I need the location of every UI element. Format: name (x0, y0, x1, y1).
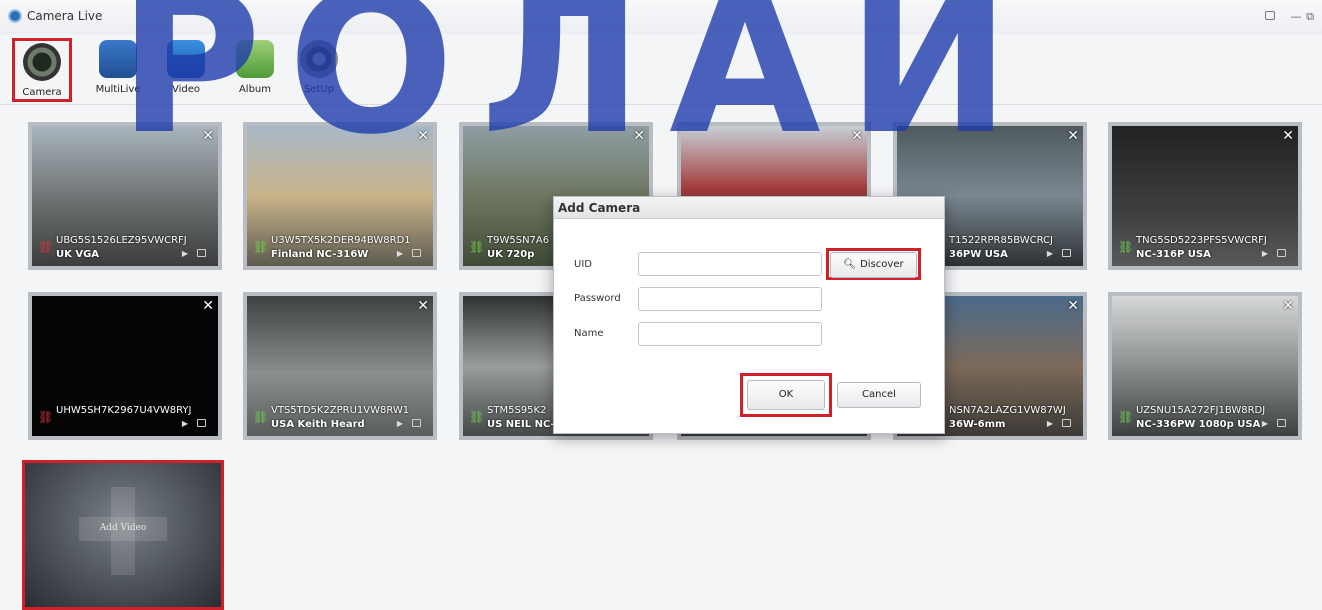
multilive-icon (99, 40, 137, 78)
camera-uid: T1522RPR85BWCRCJ (949, 235, 1053, 246)
window-title: Camera Live (27, 9, 103, 23)
album-icon (236, 40, 274, 78)
discover-button[interactable]: 🔍︎ Discover (830, 252, 917, 278)
play-icon[interactable]: ▶ (182, 249, 188, 258)
camera-tile[interactable]: ✕ ⛓ UBG5S1526LEZ95VWCRFJ UK VGA ▶ (28, 122, 222, 270)
disconnected-link-icon: ⛓ (38, 240, 54, 254)
toolbar-setup-button[interactable]: SetUp (289, 38, 349, 102)
camera-uid: UBG5S1526LEZ95VWCRFJ (56, 235, 187, 246)
snapshot-icon[interactable] (197, 419, 206, 427)
maximize-button[interactable]: ⧉ (1304, 11, 1316, 23)
camera-uid: UZSNU15A272FJ1BW8RDJ (1136, 405, 1266, 416)
close-icon[interactable]: ✕ (417, 128, 429, 144)
camera-uid: NSN7A2LAZG1VW87WJ (949, 405, 1066, 416)
search-icon: 🔍︎ (843, 259, 857, 270)
snapshot-icon[interactable] (412, 419, 421, 427)
toolbar-multilive-button[interactable]: MultiLive (88, 38, 148, 102)
camera-uid: VTS5TD5K2ZPRU1VW8RW1 (271, 405, 410, 416)
name-label: Name (574, 328, 604, 339)
dialog-title: Add Camera (558, 201, 641, 215)
camera-uid: UHW5SH7K2967U4VW8RYJ (56, 405, 192, 416)
camera-name: NC-316P USA (1136, 249, 1211, 260)
camera-name: UK VGA (56, 249, 100, 260)
password-input[interactable] (638, 287, 822, 311)
camera-name: NC-336PW 1080p USA (1136, 419, 1261, 430)
minimize-button[interactable]: — (1290, 11, 1302, 23)
connected-link-icon: ⛓ (253, 410, 269, 424)
password-label: Password (574, 293, 621, 304)
title-bar: Camera Live — ⧉ (0, 0, 1322, 34)
camera-icon (23, 43, 61, 81)
play-icon[interactable]: ▶ (397, 419, 403, 428)
close-icon[interactable]: ✕ (1067, 128, 1079, 144)
name-input[interactable] (638, 322, 822, 346)
play-icon[interactable]: ▶ (182, 419, 188, 428)
toolbar-camera-label: Camera (22, 87, 62, 98)
setup-gear-icon (300, 40, 338, 78)
camera-name: USA Keith Heard (271, 419, 365, 430)
camera-uid: STM5S95K2 (487, 405, 547, 416)
camera-tile[interactable]: ✕ ⛓ VTS5TD5K2ZPRU1VW8RW1 USA Keith Heard… (243, 292, 437, 440)
uid-input[interactable] (638, 252, 822, 276)
connected-link-icon: ⛓ (469, 410, 485, 424)
close-icon[interactable]: ✕ (633, 128, 645, 144)
snapshot-icon[interactable] (412, 249, 421, 257)
camera-name: Finland NC-316W (271, 249, 369, 260)
camera-tile[interactable]: ✕ ⛓ UHW5SH7K2967U4VW8RYJ ▶ (28, 292, 222, 440)
play-icon[interactable]: ▶ (397, 249, 403, 258)
video-icon (167, 40, 205, 78)
close-icon[interactable]: ✕ (202, 128, 214, 144)
app-logo-icon (8, 9, 22, 23)
add-video-label: Add Video (99, 523, 147, 533)
camera-uid: U3W5TX5K2DER94BW8RD1 (271, 235, 411, 246)
camera-tile[interactable]: ✕ ⛓ U3W5TX5K2DER94BW8RD1 Finland NC-316W… (243, 122, 437, 270)
camera-name: 36W-6mm (949, 419, 1006, 430)
uid-label: UID (574, 259, 592, 270)
snapshot-icon[interactable] (1062, 419, 1071, 427)
snapshot-icon[interactable] (1062, 249, 1071, 257)
close-icon[interactable]: ✕ (202, 298, 214, 314)
add-camera-dialog: Add Camera UID Password Name 🔍︎ Discover … (553, 196, 945, 434)
play-icon[interactable]: ▶ (1047, 419, 1053, 428)
discover-label: Discover (860, 259, 904, 270)
play-icon[interactable]: ▶ (1262, 249, 1268, 258)
disconnected-link-icon: ⛓ (38, 410, 54, 424)
ok-button[interactable]: OK (747, 380, 825, 410)
camera-name: UK 720p (487, 249, 535, 260)
toolbar-setup-label: SetUp (303, 84, 335, 95)
toolbar-multilive-label: MultiLive (95, 84, 141, 95)
toolbar-album-button[interactable]: Album (225, 38, 285, 102)
dialog-header: Add Camera (554, 197, 944, 219)
toolbar-video-label: Video (171, 84, 201, 95)
close-icon[interactable]: ✕ (417, 298, 429, 314)
add-video-tile[interactable]: Add Video (22, 460, 224, 610)
cancel-button[interactable]: Cancel (837, 382, 921, 408)
connected-link-icon: ⛓ (1118, 240, 1134, 254)
connected-link-icon: ⛓ (469, 240, 485, 254)
play-icon[interactable]: ▶ (1047, 249, 1053, 258)
toolbar-divider (0, 104, 1322, 105)
camera-uid: TNG5SD5223PFS5VWCRFJ (1136, 235, 1267, 246)
camera-tile[interactable]: ✕ ⛓ UZSNU15A272FJ1BW8RDJ NC-336PW 1080p … (1108, 292, 1302, 440)
camera-tile[interactable]: ✕ ⛓ TNG5SD5223PFS5VWCRFJ NC-316P USA ▶ (1108, 122, 1302, 270)
restore-mini-icon[interactable] (1265, 11, 1275, 20)
snapshot-icon[interactable] (1277, 419, 1286, 427)
connected-link-icon: ⛓ (1118, 410, 1134, 424)
play-icon[interactable]: ▶ (1262, 419, 1268, 428)
close-icon[interactable]: ✕ (1282, 128, 1294, 144)
close-icon[interactable]: ✕ (1282, 298, 1294, 314)
camera-uid: T9W5SN7A6 (487, 235, 550, 246)
toolbar-album-label: Album (238, 84, 272, 95)
camera-name: US NEIL NC- (487, 419, 555, 430)
snapshot-icon[interactable] (1277, 249, 1286, 257)
camera-name: 36PW USA (949, 249, 1008, 260)
close-icon[interactable]: ✕ (851, 128, 863, 144)
toolbar-video-button[interactable]: Video (156, 38, 216, 102)
connected-link-icon: ⛓ (253, 240, 269, 254)
close-icon[interactable]: ✕ (1067, 298, 1079, 314)
toolbar-camera-button[interactable]: Camera (12, 38, 72, 102)
snapshot-icon[interactable] (197, 249, 206, 257)
